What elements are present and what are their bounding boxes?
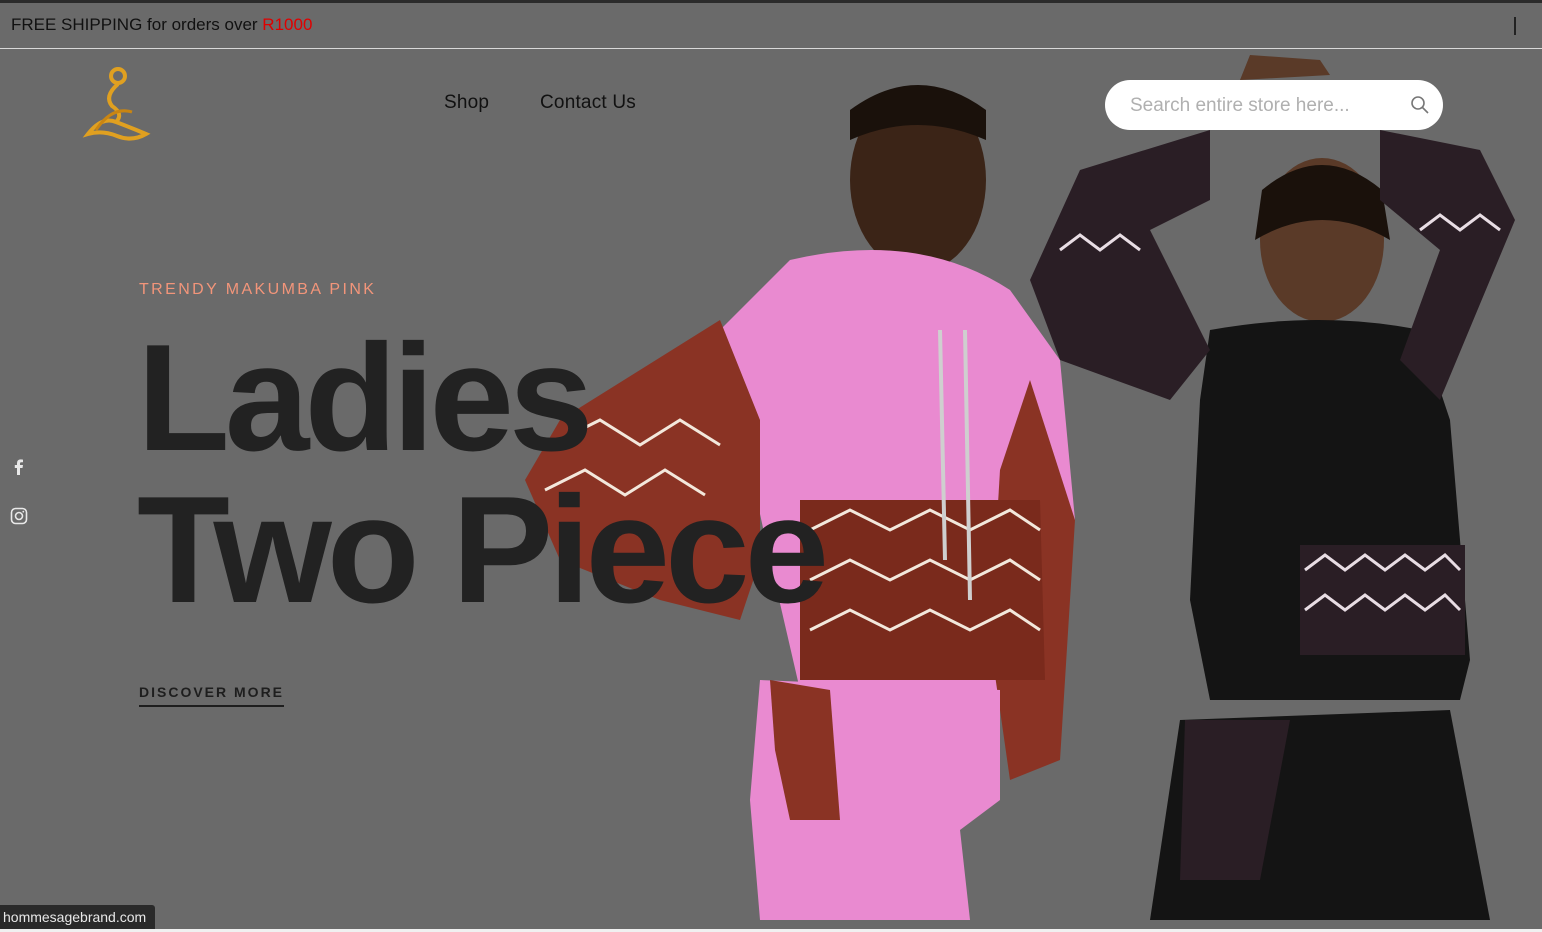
hero-title: Ladies Two Piece	[137, 313, 829, 635]
hero-title-line1: Ladies	[137, 313, 594, 483]
model-right	[1030, 55, 1515, 920]
search-icon[interactable]	[1410, 95, 1430, 115]
search-box	[1105, 80, 1443, 130]
status-bar-url: hommesagebrand.com	[0, 905, 156, 929]
search-input[interactable]	[1128, 90, 1402, 122]
hero-title-line2: Two Piece	[137, 465, 829, 635]
